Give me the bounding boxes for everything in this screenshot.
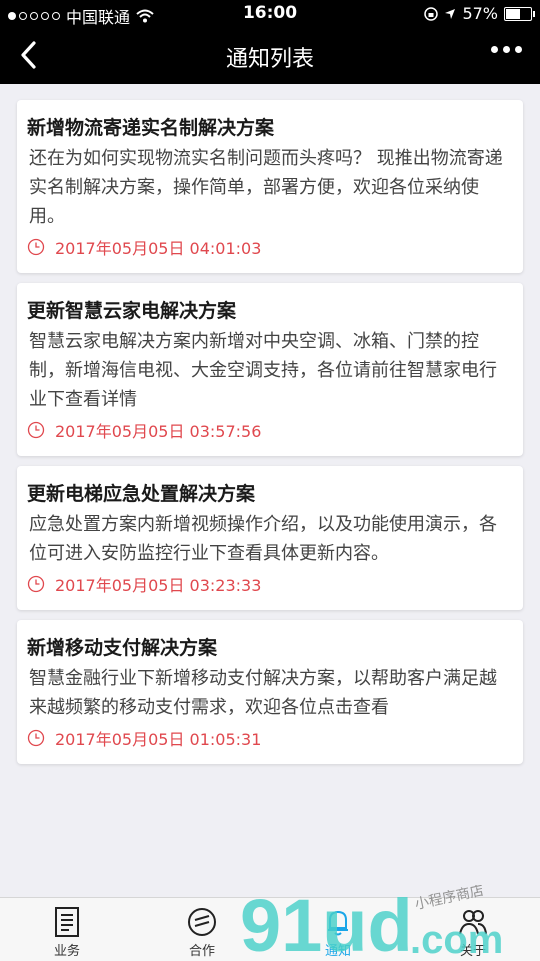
notification-body: 还在为如何实现物流实名制问题而头疼吗？ 现推出物流寄递实名制解决方案，操作简单，… (29, 148, 503, 227)
tab-notifications[interactable]: 通知 (288, 898, 388, 961)
tab-label: 合作 (188, 944, 215, 959)
notification-title: 更新电梯应急处置解决方案 (27, 483, 256, 505)
notification-time-row: 2017年05月05日 03:23:33 (27, 572, 513, 596)
notification-time: 2017年05月05日 01:05:31 (55, 730, 262, 749)
notification-list: 新增物流寄递实名制解决方案 还在为如何实现物流实名制问题而头疼吗？ 现推出物流寄… (17, 100, 523, 774)
people-icon (459, 910, 487, 935)
more-options-icon[interactable] (491, 46, 522, 53)
battery-level (506, 8, 520, 19)
notification-card[interactable]: 新增物流寄递实名制解决方案 还在为如何实现物流实名制问题而头疼吗？ 现推出物流寄… (17, 100, 523, 273)
notification-body: 应急处置方案内新增视频操作介绍，以及功能使用演示，各位可进入安防监控行业下查看具… (29, 514, 497, 564)
tab-bar: 业务 合作 通知 关于 (0, 897, 540, 961)
clock-icon (27, 575, 45, 593)
page-title: 通知列表 (225, 47, 314, 72)
notification-body: 智慧云家电解决方案内新增对中央空调、冰箱、门禁的控制，新增海信电视、大金空调支持… (29, 331, 497, 410)
document-icon (55, 907, 79, 937)
battery-percent: 57% (462, 4, 498, 23)
clock-icon (27, 421, 45, 439)
notification-card[interactable]: 更新智慧云家电解决方案 智慧云家电解决方案内新增对中央空调、冰箱、门禁的控制，新… (17, 283, 523, 456)
tab-about[interactable]: 关于 (423, 898, 523, 961)
notification-title: 新增移动支付解决方案 (27, 637, 218, 659)
battery-icon (504, 6, 535, 21)
status-right: 57% (424, 4, 535, 23)
clock-icon (27, 729, 45, 747)
bell-icon (328, 910, 348, 936)
notification-time: 2017年05月05日 04:01:03 (55, 239, 262, 258)
rotation-lock-icon (424, 6, 439, 21)
notification-time: 2017年05月05日 03:57:56 (55, 422, 262, 441)
tab-label: 关于 (459, 944, 486, 959)
notification-card[interactable]: 更新电梯应急处置解决方案 应急处置方案内新增视频操作介绍，以及功能使用演示，各位… (17, 466, 523, 610)
notification-time-row: 2017年05月05日 04:01:03 (27, 235, 513, 259)
notification-time-row: 2017年05月05日 03:57:56 (27, 418, 513, 442)
tab-label: 业务 (53, 944, 80, 959)
tab-label: 通知 (324, 944, 351, 959)
status-bar: 中国联通 16:00 57% (0, 0, 540, 28)
tab-business[interactable]: 业务 (17, 898, 117, 961)
navigation-bar: 通知列表 (0, 28, 540, 84)
tab-cooperation[interactable]: 合作 (152, 898, 252, 961)
notification-body: 智慧金融行业下新增移动支付解决方案，以帮助客户满足越来越频繁的移动支付需求，欢迎… (29, 668, 497, 718)
cooperation-icon (188, 908, 216, 936)
notification-title: 新增物流寄递实名制解决方案 (27, 117, 275, 139)
notification-time-row: 2017年05月05日 01:05:31 (27, 726, 513, 750)
notification-title: 更新智慧云家电解决方案 (27, 300, 237, 322)
location-icon (445, 8, 456, 19)
notification-time: 2017年05月05日 03:23:33 (55, 576, 262, 595)
notification-card[interactable]: 新增移动支付解决方案 智慧金融行业下新增移动支付解决方案，以帮助客户满足越来越频… (17, 620, 523, 764)
clock-icon (27, 238, 45, 256)
